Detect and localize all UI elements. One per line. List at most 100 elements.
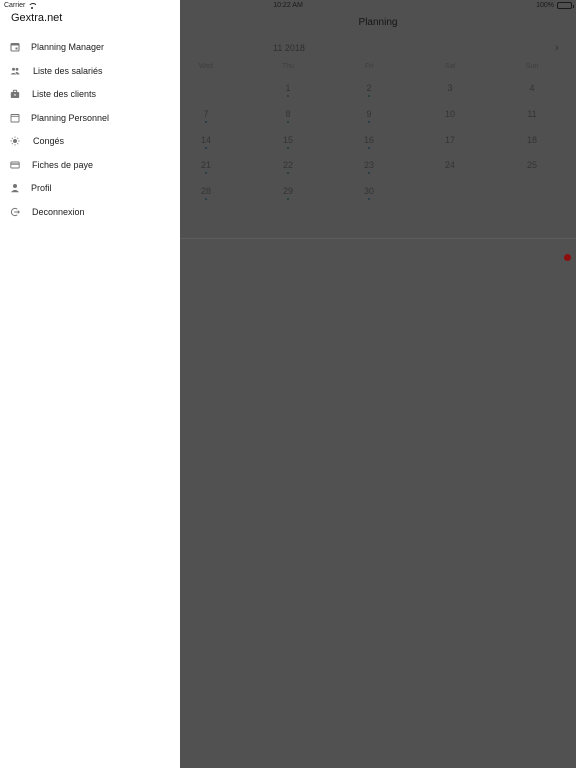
day-number: 23	[363, 160, 374, 170]
event-dot	[368, 121, 370, 123]
navigation-drawer: Gextra.net Planning Manager Liste des sa…	[0, 0, 180, 768]
day-number: 29	[282, 186, 293, 196]
battery-indicator: 100%	[536, 2, 574, 9]
day-number: 1	[285, 83, 291, 93]
event-dot	[205, 121, 207, 123]
menu-item-conges[interactable]: Congés	[0, 130, 180, 152]
day-cell[interactable]: 16	[354, 135, 384, 149]
day-cell[interactable]: 10	[435, 109, 465, 119]
chevron-right-icon: ›	[555, 42, 559, 54]
event-dot	[368, 147, 370, 149]
day-cell[interactable]: 17	[435, 135, 465, 145]
weekday-label: Wed	[198, 63, 214, 70]
event-dot	[368, 172, 370, 174]
menu-item-label: Congés	[33, 136, 65, 146]
event-dot	[368, 95, 370, 97]
day-number: 11	[527, 109, 537, 119]
day-cell[interactable]: 29	[273, 186, 303, 200]
day-cell[interactable]: 14	[191, 135, 221, 149]
status-bar: Carrier 10:22 AM 100%	[0, 0, 576, 12]
day-cell[interactable]: 4	[517, 83, 547, 93]
weekday-label: Sat	[444, 63, 456, 70]
day-cell[interactable]: 30	[354, 186, 384, 200]
calendar-icon	[10, 42, 20, 52]
day-number: 3	[447, 83, 453, 93]
day-number: 14	[200, 135, 211, 145]
weekday-header: Wed Thu Fri Sat Sun	[180, 63, 576, 73]
day-cell[interactable]: 7	[191, 109, 221, 123]
sun-icon	[10, 136, 20, 146]
menu-item-liste-clients[interactable]: Liste des clients	[0, 83, 180, 105]
day-number: 4	[529, 83, 535, 93]
day-number: 10	[444, 109, 455, 119]
event-dot	[287, 172, 289, 174]
menu-item-label: Planning Manager	[31, 42, 105, 52]
weekday-label: Sun	[525, 63, 539, 70]
page-title: Planning	[358, 17, 398, 28]
day-cell[interactable]: 18	[517, 135, 547, 145]
day-number: 8	[285, 109, 291, 119]
next-month-button[interactable]: ›	[555, 42, 559, 54]
day-number: 28	[200, 186, 211, 196]
menu-item-planning-manager[interactable]: Planning Manager	[0, 36, 180, 58]
day-number: 2	[366, 83, 372, 93]
day-cell[interactable]: 11	[517, 109, 547, 119]
battery-icon	[557, 2, 574, 9]
people-icon	[10, 67, 20, 75]
day-number: 22	[282, 160, 293, 170]
day-cell[interactable]: 8	[273, 109, 303, 123]
event-dot	[287, 95, 289, 97]
day-number: 17	[444, 135, 455, 145]
event-dot	[368, 198, 370, 200]
day-cell[interactable]: 23	[354, 160, 384, 174]
day-cell[interactable]: 2	[354, 83, 384, 97]
person-icon	[11, 184, 19, 193]
menu-item-fiches-paye[interactable]: Fiches de paye	[0, 154, 180, 176]
dimmed-content-overlay[interactable]: Planning 11 2018 › Wed Thu Fri Sat Sun 12347…	[180, 0, 576, 768]
day-number: 18	[526, 135, 537, 145]
event-dot	[287, 147, 289, 149]
menu-item-label: Deconnexion	[32, 207, 85, 217]
menu-item-label: Liste des salariés	[33, 66, 103, 76]
day-cell[interactable]: 9	[354, 109, 384, 123]
day-cell[interactable]: 21	[191, 160, 221, 174]
day-number: 7	[203, 109, 209, 119]
calendar: Planning 11 2018 › Wed Thu Fri Sat Sun 12347…	[180, 0, 576, 239]
calendar-outline-icon	[10, 114, 20, 123]
logout-icon	[10, 207, 20, 217]
status-time: 10:22 AM	[273, 2, 303, 9]
event-dot	[287, 198, 289, 200]
day-number: 21	[200, 160, 211, 170]
day-cell[interactable]: 25	[517, 160, 547, 170]
menu-item-label: Profil	[31, 183, 52, 193]
credit-card-icon	[10, 161, 20, 169]
day-number: 24	[444, 160, 455, 170]
menu-item-planning-personnel[interactable]: Planning Personnel	[0, 107, 180, 129]
day-cell[interactable]: 3	[435, 83, 465, 93]
event-dot	[287, 121, 289, 123]
menu-item-label: Fiches de paye	[32, 160, 94, 170]
day-number: 15	[282, 135, 293, 145]
day-cell[interactable]: 22	[273, 160, 303, 174]
event-dot	[205, 172, 207, 174]
day-number: 16	[363, 135, 374, 145]
briefcase-icon	[10, 89, 20, 98]
day-cell[interactable]: 1	[273, 83, 303, 97]
day-cell[interactable]: 24	[435, 160, 465, 170]
menu-item-deconnexion[interactable]: Deconnexion	[0, 201, 180, 223]
menu-item-label: Planning Personnel	[31, 113, 110, 123]
month-label: 11 2018	[273, 43, 305, 53]
weekday-label: Thu	[281, 63, 295, 70]
day-number: 9	[366, 109, 372, 119]
day-cell[interactable]: 28	[191, 186, 221, 200]
weekday-label: Fri	[364, 63, 374, 70]
menu-item-label: Liste des clients	[32, 89, 97, 99]
day-number: 25	[526, 160, 537, 170]
menu-item-profil[interactable]: Profil	[0, 177, 180, 199]
day-cell[interactable]: 15	[273, 135, 303, 149]
menu-item-liste-salaries[interactable]: Liste des salariés	[0, 60, 180, 82]
drawer-title: Gextra.net	[11, 12, 63, 24]
day-number: 30	[363, 186, 374, 196]
event-dot	[205, 198, 207, 200]
record-indicator-dot	[564, 254, 571, 261]
